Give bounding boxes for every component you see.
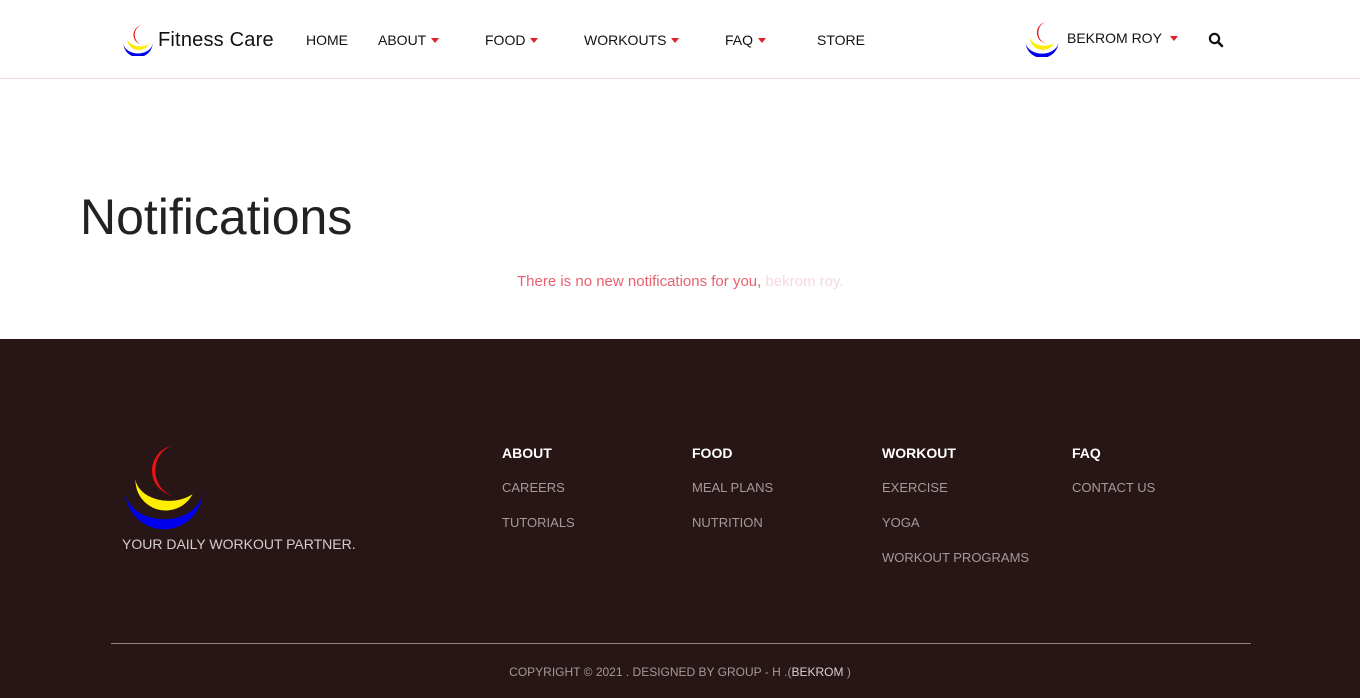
page-title: Notifications — [80, 189, 353, 245]
nav-about-label: ABOUT — [378, 32, 427, 48]
footer-tagline: YOUR DAILY WORKOUT PARTNER. — [122, 536, 356, 552]
message-username: bekrom roy. — [765, 273, 844, 290]
footer-heading: WORKOUT — [882, 445, 956, 461]
nav-workouts-label: WORKOUTS — [584, 32, 667, 48]
nav-home[interactable]: HOME — [306, 32, 348, 48]
copyright-suffix: ) — [846, 665, 851, 679]
nav-food-label: FOOD — [485, 32, 526, 48]
nav-faq[interactable]: FAQ — [725, 32, 767, 48]
footer-link-exercise[interactable]: EXERCISE — [882, 480, 1029, 496]
footer-heading: FAQ — [1072, 445, 1101, 461]
copyright-text: 2021 . DESIGNED BY GROUP - H .( — [595, 665, 792, 679]
nav-store[interactable]: STORE — [817, 32, 865, 48]
message-text: There is no new notifications for you, — [517, 273, 762, 290]
top-navbar: Fitness Care HOME ABOUT FOOD WORKOUTS FA… — [0, 0, 1360, 79]
caret-down-icon — [671, 37, 680, 43]
nav-faq-label: FAQ — [725, 32, 754, 48]
user-name: BEKROM ROY — [1067, 29, 1162, 46]
caret-down-icon — [431, 37, 440, 43]
footer-logo-icon — [125, 445, 203, 530]
footer-heading: FOOD — [692, 445, 733, 461]
empty-notifications-message: There is no new notifications for you, b… — [517, 273, 844, 290]
footer-link-workout-programs[interactable]: WORKOUT PROGRAMS — [882, 550, 1029, 566]
footer-column-workout: WORKOUT EXERCISE YOGA WORKOUT PROGRAMS — [882, 445, 1029, 566]
nav-store-label: STORE — [817, 32, 865, 48]
footer-column-about: ABOUT CAREERS TUTORIALS — [502, 445, 575, 531]
caret-down-icon — [530, 37, 539, 43]
footer-link-careers[interactable]: CAREERS — [502, 480, 575, 496]
footer-column-food: FOOD MEAL PLANS NUTRITION — [692, 445, 773, 531]
footer-link-yoga[interactable]: YOGA — [882, 515, 1029, 531]
footer-link-nutrition[interactable]: NUTRITION — [692, 515, 773, 531]
footer-link-tutorials[interactable]: TUTORIALS — [502, 515, 575, 531]
footer-link-contact-us[interactable]: CONTACT US — [1072, 480, 1155, 496]
crescent-logo-icon — [123, 25, 153, 56]
nav-home-label: HOME — [306, 32, 348, 48]
user-menu[interactable]: BEKROM ROY — [1024, 20, 1178, 57]
user-avatar-icon — [1025, 21, 1059, 57]
brand-link[interactable]: Fitness Care — [122, 24, 274, 56]
footer-link-meal-plans[interactable]: MEAL PLANS — [692, 480, 773, 496]
copyright-icon: © — [583, 665, 593, 679]
brand-name: Fitness Care — [158, 28, 274, 51]
nav-about[interactable]: ABOUT — [378, 32, 440, 48]
caret-down-icon — [758, 37, 767, 43]
caret-down-icon — [1169, 36, 1178, 41]
nav-food[interactable]: FOOD — [485, 32, 539, 48]
nav-workouts[interactable]: WORKOUTS — [584, 32, 680, 48]
copyright-author-link[interactable]: BEKROM — [791, 665, 843, 679]
search-icon[interactable] — [1208, 32, 1224, 48]
copyright-line: COPYRIGHT © 2021 . DESIGNED BY GROUP - H… — [0, 665, 1360, 679]
footer-heading: ABOUT — [502, 445, 552, 461]
footer-divider — [111, 643, 1251, 644]
footer: YOUR DAILY WORKOUT PARTNER. ABOUT CAREER… — [0, 339, 1360, 698]
copyright-prefix: COPYRIGHT — [509, 665, 581, 679]
footer-column-faq: FAQ CONTACT US — [1072, 445, 1155, 496]
